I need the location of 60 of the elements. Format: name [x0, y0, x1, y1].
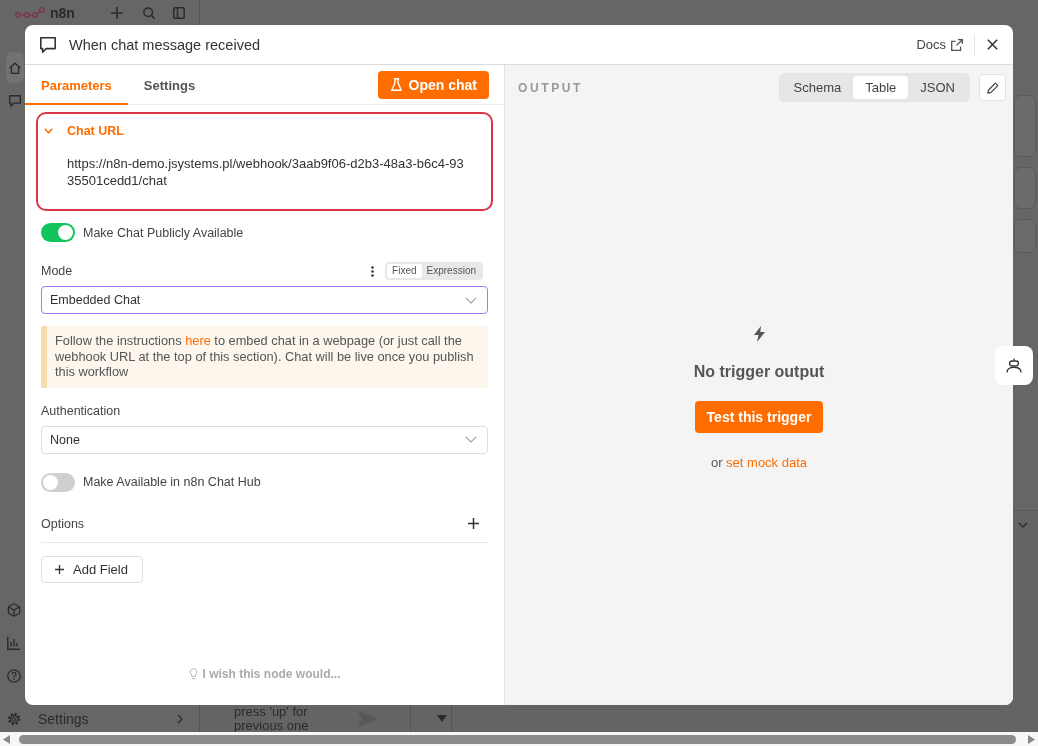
lightbulb-icon: [188, 668, 198, 680]
robot-icon: [1006, 358, 1022, 373]
mock-data-hint: or set mock data: [710, 454, 808, 470]
canvas-node[interactable]: [1014, 95, 1036, 157]
chat-icon[interactable]: [9, 95, 21, 107]
scroll-left-icon[interactable]: [3, 734, 10, 744]
logo-text: n8n: [50, 4, 75, 21]
add-field-button[interactable]: Add Field: [41, 555, 143, 583]
chevron-down-icon[interactable]: [1018, 522, 1028, 528]
caret-down-icon[interactable]: [437, 715, 447, 722]
plus-icon[interactable]: [468, 518, 479, 529]
search-icon[interactable]: [142, 6, 155, 19]
assistant-button[interactable]: [995, 346, 1033, 385]
edit-button[interactable]: [979, 74, 1006, 101]
chevron-down-icon: [465, 296, 477, 304]
gear-icon[interactable]: [7, 711, 21, 726]
toggle-label: Make Available in n8n Chat Hub: [83, 475, 261, 489]
scroll-right-icon[interactable]: [1028, 734, 1035, 744]
field-label: Mode: [41, 264, 73, 278]
pencil-icon: [986, 81, 999, 94]
chart-icon[interactable]: [7, 636, 21, 650]
dropdown-select[interactable]: Embedded Chat: [41, 286, 488, 314]
view-tab[interactable]: Schema: [781, 76, 854, 99]
close-button[interactable]: [984, 36, 1001, 53]
field-label: Authentication: [41, 403, 121, 418]
home-icon: [9, 61, 21, 74]
mode-option[interactable]: Expression: [421, 264, 481, 278]
help-icon[interactable]: [7, 669, 21, 683]
webhook-url: https://n8n-demo.jsystems.pl/webhook/3aab9f06-d2b3-48a3-b6c4-9335501cedd1/chat: [66, 155, 465, 189]
toggle-switch[interactable]: [41, 472, 75, 492]
external-link-icon: [951, 38, 963, 51]
toggle-switch[interactable]: [41, 223, 75, 242]
canvas-node[interactable]: [1014, 167, 1036, 209]
cube-icon[interactable]: [7, 603, 21, 617]
chevron-down-icon: [465, 436, 477, 443]
sidebar-toggle-icon[interactable]: [172, 6, 185, 19]
chat-bubble-icon: [39, 35, 57, 54]
more-options-icon[interactable]: [371, 265, 375, 277]
mode-option[interactable]: Fixed: [387, 264, 422, 278]
flask-icon: [390, 78, 402, 91]
view-tab[interactable]: Table: [853, 76, 909, 99]
docs-link[interactable]: Docs: [916, 37, 963, 52]
close-icon: [987, 39, 998, 50]
dropdown-select[interactable]: None: [41, 425, 488, 454]
toggle-label: Make Chat Publicly Available: [83, 225, 244, 240]
plus-icon: [55, 564, 64, 574]
dialog-title: When chat message received: [69, 36, 260, 53]
notice-text: Follow the instructions here to embed chat in a webpage (or just call the webhook URL at the top of this section). Chat will be live once you publish this workflow: [55, 333, 475, 380]
chevron-right-icon: [177, 713, 183, 724]
logo-icon: [15, 6, 45, 19]
output-title: OUTPUT: [518, 80, 583, 95]
empty-state-title: No trigger output: [693, 362, 825, 381]
chevron-icon[interactable]: [44, 128, 53, 134]
canvas-node[interactable]: [1014, 219, 1036, 253]
lightning-icon: [753, 325, 765, 342]
tab[interactable]: Settings: [127, 65, 212, 105]
field-label: Options: [41, 516, 85, 531]
view-tab[interactable]: JSON: [908, 76, 967, 99]
home-nav-item[interactable]: [6, 52, 24, 83]
scrollbar-thumb[interactable]: [19, 734, 1016, 744]
